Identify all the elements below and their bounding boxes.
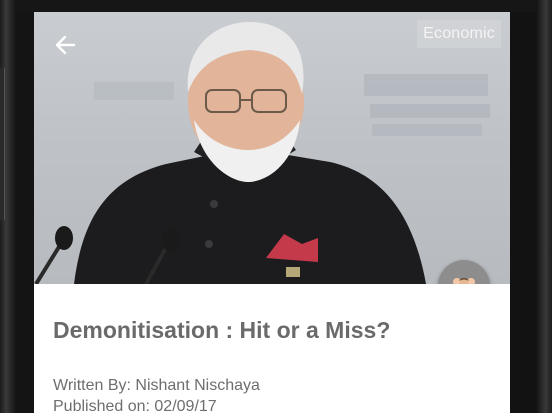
author-line: Written By: Nishant Nischaya xyxy=(53,377,260,394)
arrow-left-icon xyxy=(55,35,76,55)
app-screen: Economic Demonitisation : Hit or a Miss?… xyxy=(34,12,510,413)
article-title: Demonitisation : Hit or a Miss? xyxy=(53,317,391,343)
phone-side-button xyxy=(0,68,5,220)
phone-top-bezel xyxy=(16,0,536,12)
category-text: Economic xyxy=(423,25,495,42)
hero-image: Economic xyxy=(34,12,510,284)
back-button[interactable] xyxy=(54,34,82,62)
published-date: Published on: 02/09/17 xyxy=(53,398,217,413)
hero-photo-illustration xyxy=(34,22,490,284)
article-details: Demonitisation : Hit or a Miss? Written … xyxy=(34,284,510,413)
category-label: Economic xyxy=(417,20,501,48)
phone-frame: Economic Demonitisation : Hit or a Miss?… xyxy=(0,0,552,413)
